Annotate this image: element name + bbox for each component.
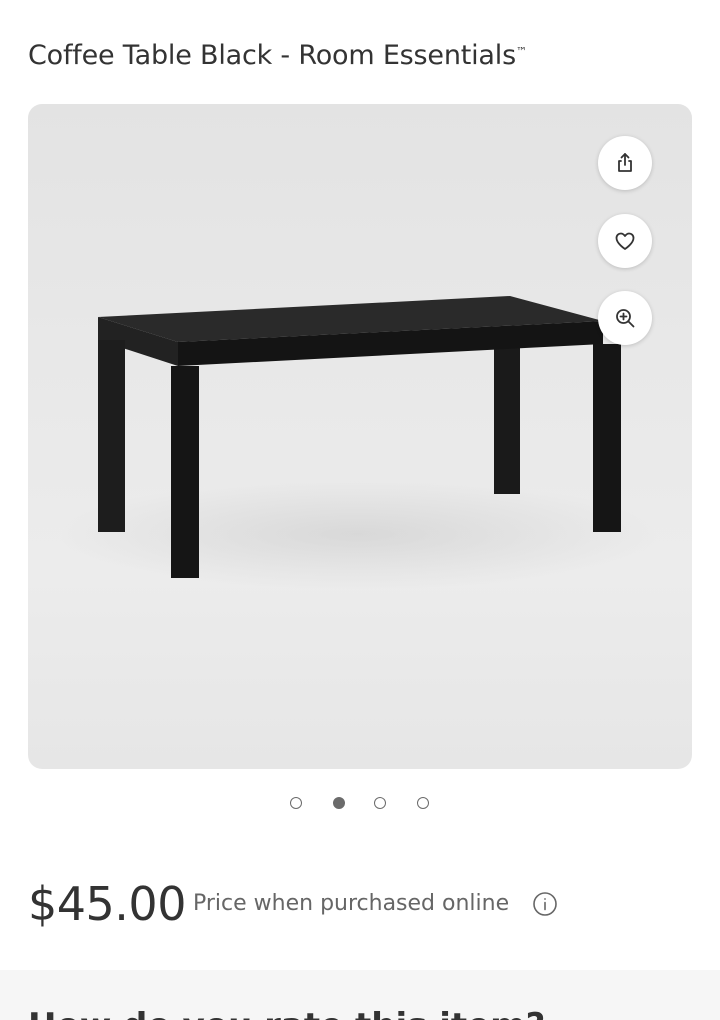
gallery-dot-3[interactable]	[374, 797, 386, 809]
price-row: $45.00 Price when purchased online	[28, 872, 698, 936]
trademark-symbol: ™	[515, 45, 527, 58]
gallery-dot-2-active[interactable]	[333, 797, 345, 809]
product-title: Coffee Table Black - Room Essentials™	[28, 36, 698, 76]
share-icon	[618, 153, 632, 172]
info-icon[interactable]	[532, 891, 558, 917]
zoom-in-icon	[616, 309, 635, 328]
product-image[interactable]	[28, 104, 692, 769]
rating-section-heading: How do you rate this item?	[28, 1004, 545, 1020]
zoom-button[interactable]	[598, 291, 652, 345]
product-price: $45.00	[28, 877, 186, 931]
gallery-dot-1[interactable]	[290, 797, 302, 809]
product-page: Coffee Table Black - Room Essentials™ $4…	[0, 0, 720, 1020]
share-button[interactable]	[598, 136, 652, 190]
product-image-gallery[interactable]	[28, 104, 692, 769]
heart-icon	[615, 232, 635, 250]
gallery-dot-4[interactable]	[417, 797, 429, 809]
gallery-pagination	[0, 794, 720, 814]
product-title-text: Coffee Table Black - Room Essentials	[28, 40, 516, 71]
rating-section: How do you rate this item?	[0, 970, 720, 1020]
favorite-button[interactable]	[598, 214, 652, 268]
price-note: Price when purchased online	[193, 891, 510, 916]
